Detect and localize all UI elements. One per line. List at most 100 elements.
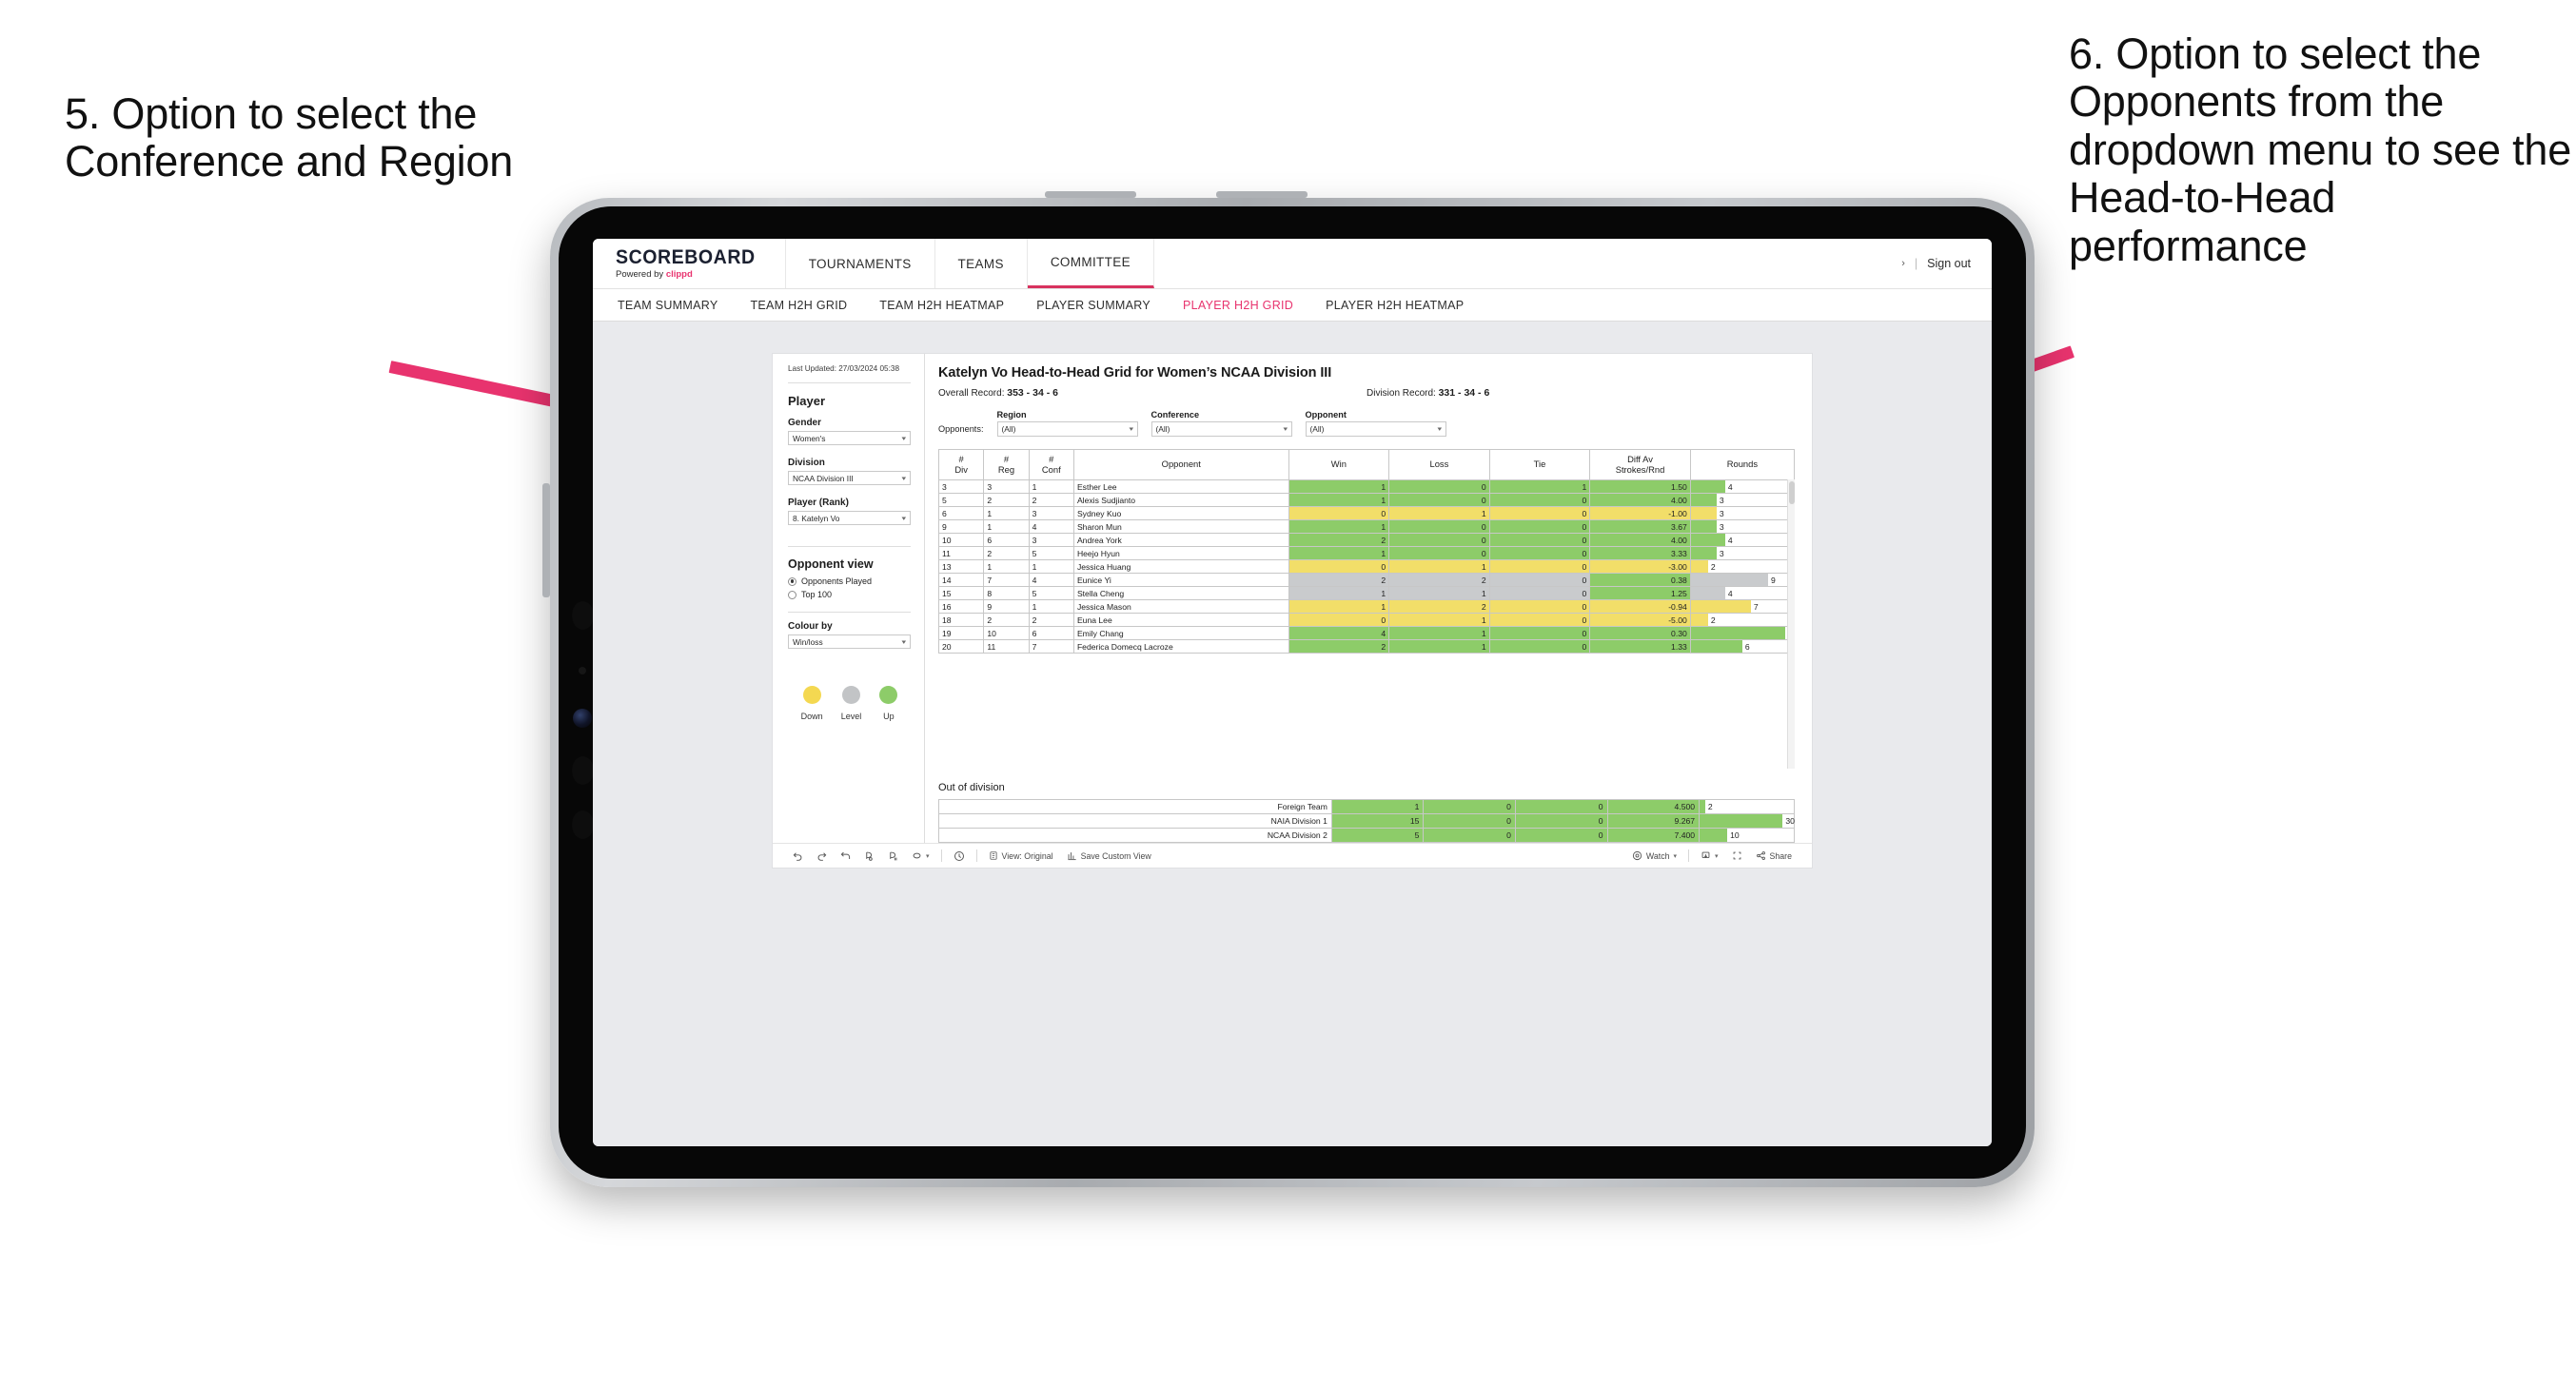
cell-rounds: 3 bbox=[1689, 506, 1795, 520]
table-row[interactable]: 11 2 5 Heejo Hyun 1 0 0 3.33 3 bbox=[938, 546, 1795, 560]
grid-scrollbar[interactable] bbox=[1787, 479, 1795, 769]
cell-div: 5 bbox=[938, 493, 985, 507]
radio-top-100[interactable]: Top 100 bbox=[788, 590, 911, 599]
cell-tie: 0 bbox=[1488, 573, 1591, 587]
tab-team-h2h-heatmap[interactable]: TEAM H2H HEATMAP bbox=[879, 299, 1004, 312]
revert-button[interactable] bbox=[834, 850, 857, 861]
cell-diff: 0.38 bbox=[1589, 573, 1691, 587]
rounds-bar bbox=[1690, 627, 1785, 639]
player-rank-select[interactable]: 8. Katelyn Vo ▾ bbox=[788, 511, 911, 526]
pan-button[interactable]: ▾ bbox=[905, 850, 936, 861]
toolbar-separator-3 bbox=[1688, 849, 1689, 862]
presentation-mode-button[interactable] bbox=[947, 850, 972, 862]
save-custom-view-button[interactable]: Save Custom View bbox=[1060, 850, 1158, 861]
table-row[interactable]: 19106Emily Chang4100.3011 bbox=[938, 626, 1795, 640]
refresh-button[interactable] bbox=[857, 850, 881, 861]
cell-tie: 0 bbox=[1514, 828, 1608, 843]
colour-by-select[interactable]: Win/loss ▾ bbox=[788, 634, 911, 650]
table-row[interactable]: 5 2 2 Alexis Sudjianto 1 0 0 4.00 3 bbox=[938, 493, 1795, 507]
opponent-view-heading: Opponent view bbox=[788, 557, 874, 572]
table-row[interactable]: 6 1 3 Sydney Kuo 0 1 0 -1.00 3 bbox=[938, 506, 1795, 520]
tab-player-h2h-grid[interactable]: PLAYER H2H GRID bbox=[1183, 299, 1293, 312]
cell-reg: 2 bbox=[983, 493, 1030, 507]
user-chevron-icon[interactable]: › bbox=[1901, 258, 1905, 269]
cell-diff: 1.50 bbox=[1589, 479, 1691, 494]
table-row[interactable]: NCAA Division 2 5 0 0 7.400 10 bbox=[938, 828, 1795, 843]
rounds-value: 3 bbox=[1719, 508, 1724, 518]
table-row[interactable]: 18 2 2 Euna Lee 0 1 0 -5.00 2 bbox=[938, 613, 1795, 627]
annotation-5-text: 5. Option to select the Conference and R… bbox=[65, 89, 514, 186]
dashboard-content: Katelyn Vo Head-to-Head Grid for Women’s… bbox=[925, 354, 1812, 843]
h2h-header-row: #Div #Reg #Conf Opponent Win Loss Tie bbox=[938, 449, 1795, 480]
radio-opponents-played[interactable]: Opponents Played bbox=[788, 576, 911, 586]
gender-select[interactable]: Women's ▾ bbox=[788, 431, 911, 446]
cell-div: 19 bbox=[938, 626, 985, 640]
rounds-bar bbox=[1690, 574, 1768, 586]
conference-filter-select[interactable]: (All) ▾ bbox=[1150, 421, 1292, 437]
cell-reg: 3 bbox=[983, 479, 1030, 494]
col-div: # Div bbox=[938, 449, 985, 480]
radio-icon-unselected bbox=[788, 590, 796, 599]
cell-diff: 0.30 bbox=[1589, 626, 1691, 640]
tab-team-h2h-grid[interactable]: TEAM H2H GRID bbox=[750, 299, 847, 312]
col-tie: Tie bbox=[1488, 449, 1591, 480]
col-rounds: Rounds bbox=[1689, 449, 1795, 480]
legend-item-level: Level bbox=[841, 686, 861, 721]
tab-team-summary[interactable]: TEAM SUMMARY bbox=[618, 299, 718, 312]
region-filter-select[interactable]: (All) ▾ bbox=[996, 421, 1138, 437]
download-button[interactable]: ▾ bbox=[1694, 850, 1725, 861]
cell-conf: 4 bbox=[1028, 519, 1074, 534]
tab-player-h2h-heatmap[interactable]: PLAYER H2H HEATMAP bbox=[1326, 299, 1464, 312]
cell-conf: 2 bbox=[1028, 493, 1074, 507]
opponent-filter-select[interactable]: (All) ▾ bbox=[1305, 421, 1446, 437]
table-row[interactable]: 15 8 5 Stella Cheng 1 1 0 1.25 4 bbox=[938, 586, 1795, 600]
cell-tie: 0 bbox=[1488, 506, 1591, 520]
tab-player-summary[interactable]: PLAYER SUMMARY bbox=[1036, 299, 1150, 312]
division-record-label: Division Record: bbox=[1367, 388, 1439, 399]
cell-loss: 1 bbox=[1388, 586, 1490, 600]
col-conf: # Conf bbox=[1028, 449, 1074, 480]
table-row[interactable]: 9 1 4 Sharon Mun 1 0 0 3.67 3 bbox=[938, 519, 1795, 534]
division-select[interactable]: NCAA Division III ▾ bbox=[788, 471, 911, 486]
redo-button[interactable] bbox=[810, 850, 834, 861]
table-row[interactable]: 16 9 1 Jessica Mason 1 2 0 -0.94 7 bbox=[938, 599, 1795, 614]
table-row[interactable]: 14 7 4 Eunice Yi 2 2 0 0.38 9 bbox=[938, 573, 1795, 587]
table-row[interactable]: 10 6 3 Andrea York 2 0 0 4.00 4 bbox=[938, 533, 1795, 547]
cell-rounds: 2 bbox=[1689, 559, 1795, 574]
undo-button[interactable] bbox=[786, 850, 810, 861]
share-button[interactable]: Share bbox=[1749, 850, 1799, 861]
chevron-down-icon: ▾ bbox=[1673, 852, 1677, 860]
cell-rounds: 2 bbox=[1689, 613, 1795, 627]
cell-win: 0 bbox=[1288, 506, 1390, 520]
grid-scrollbar-thumb[interactable] bbox=[1789, 481, 1795, 504]
opponents-filter-label: Opponents: bbox=[938, 424, 984, 434]
table-row[interactable]: NAIA Division 1 15 0 0 9.267 30 bbox=[938, 813, 1795, 829]
table-row[interactable]: 13 1 1 Jessica Huang 0 1 0 -3.00 2 bbox=[938, 559, 1795, 574]
player-rank-field: Player (Rank) 8. Katelyn Vo ▾ bbox=[788, 498, 911, 526]
toolbar-separator-2 bbox=[975, 849, 977, 862]
region-filter-value: (All) bbox=[1001, 424, 1016, 434]
sign-out-link[interactable]: Sign out bbox=[1927, 257, 1971, 270]
watch-button[interactable]: Watch ▾ bbox=[1625, 850, 1683, 861]
table-row[interactable]: Foreign Team 1 0 0 4.500 2 bbox=[938, 799, 1795, 814]
dashboard-main: Last Updated: 27/03/2024 05:38 Player Ge… bbox=[773, 354, 1812, 843]
h2h-grid-body: 3 3 1 Esther Lee 1 0 1 1.50 4 5 2 2 Alexis Sudjianto… bbox=[938, 479, 1795, 654]
nav-item-committee[interactable]: COMMITTEE bbox=[1027, 239, 1154, 288]
save-custom-view-label: Save Custom View bbox=[1080, 850, 1151, 861]
cell-conf: 3 bbox=[1028, 506, 1074, 520]
brand-title: SCOREBOARD bbox=[616, 246, 756, 269]
table-row[interactable]: 20 11 7 Federica Domecq Lacroze 2 1 0 1.33 6 bbox=[938, 639, 1795, 654]
cell-loss: 0 bbox=[1388, 519, 1490, 534]
page-title: Katelyn Vo Head-to-Head Grid for Women’s… bbox=[938, 365, 1332, 381]
rounds-value: 9 bbox=[1770, 575, 1776, 585]
brand-logo[interactable]: SCOREBOARD Powered by clippd bbox=[593, 239, 786, 288]
volume-button-down bbox=[1216, 191, 1308, 198]
table-row[interactable]: 3 3 1 Esther Lee 1 0 1 1.50 4 bbox=[938, 479, 1795, 494]
view-original-button[interactable]: View: Original bbox=[982, 850, 1060, 861]
cell-tie: 0 bbox=[1488, 519, 1591, 534]
cell-win: 1 bbox=[1288, 479, 1390, 494]
fullscreen-button[interactable] bbox=[1725, 850, 1749, 861]
nav-item-teams[interactable]: TEAMS bbox=[935, 239, 1028, 288]
nav-item-tournaments[interactable]: TOURNAMENTS bbox=[786, 239, 935, 288]
pause-button[interactable] bbox=[881, 850, 905, 861]
